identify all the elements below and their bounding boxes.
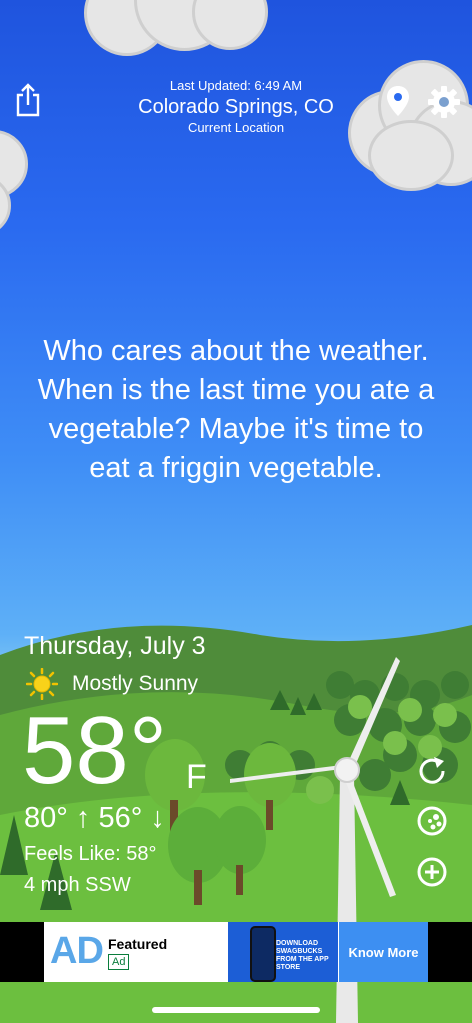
plus-circle-icon [417,857,447,887]
feels-like: Feels Like: 58° [24,843,157,865]
ad-image-text: DOWNLOAD SWAGBUCKS FROM THE APP STORE [276,940,329,971]
ad-logo: AD [50,930,104,972]
add-location-button[interactable] [415,855,449,889]
ad-title: Featured [108,936,168,952]
ad-banner[interactable]: AD Featured Ad DOWNLOAD SWAGBUCKS FROM T… [44,922,428,982]
radar-button[interactable] [415,804,449,838]
current-temperature: 58° [22,697,168,804]
settings-button[interactable] [426,84,462,120]
gear-icon [428,86,460,118]
radar-icon [417,806,447,836]
high-low: 80° ↑ 56° ↓ [24,802,165,834]
location-label: Current Location [187,120,285,135]
ad-badge: Ad [108,954,130,970]
forecast-date: Thursday, July 3 [24,632,206,660]
refresh-icon [419,757,445,784]
refresh-button[interactable] [415,754,449,788]
home-indicator[interactable] [152,1007,320,1013]
wind: 4 mph SSW [24,874,131,896]
condition-text: Mostly Sunny [72,672,199,695]
ad-image[interactable]: DOWNLOAD SWAGBUCKS FROM THE APP STORE [228,922,338,982]
cloud-top [84,0,268,60]
temperature-unit-toggle[interactable]: F [186,758,207,797]
location-pin-icon [387,86,409,116]
phone-icon [250,926,276,982]
know-more-button[interactable]: Know More [339,922,428,982]
location-button[interactable] [384,84,412,118]
cloud-left [0,130,30,236]
weather-quote: Who cares about the weather. When is the… [37,335,435,484]
